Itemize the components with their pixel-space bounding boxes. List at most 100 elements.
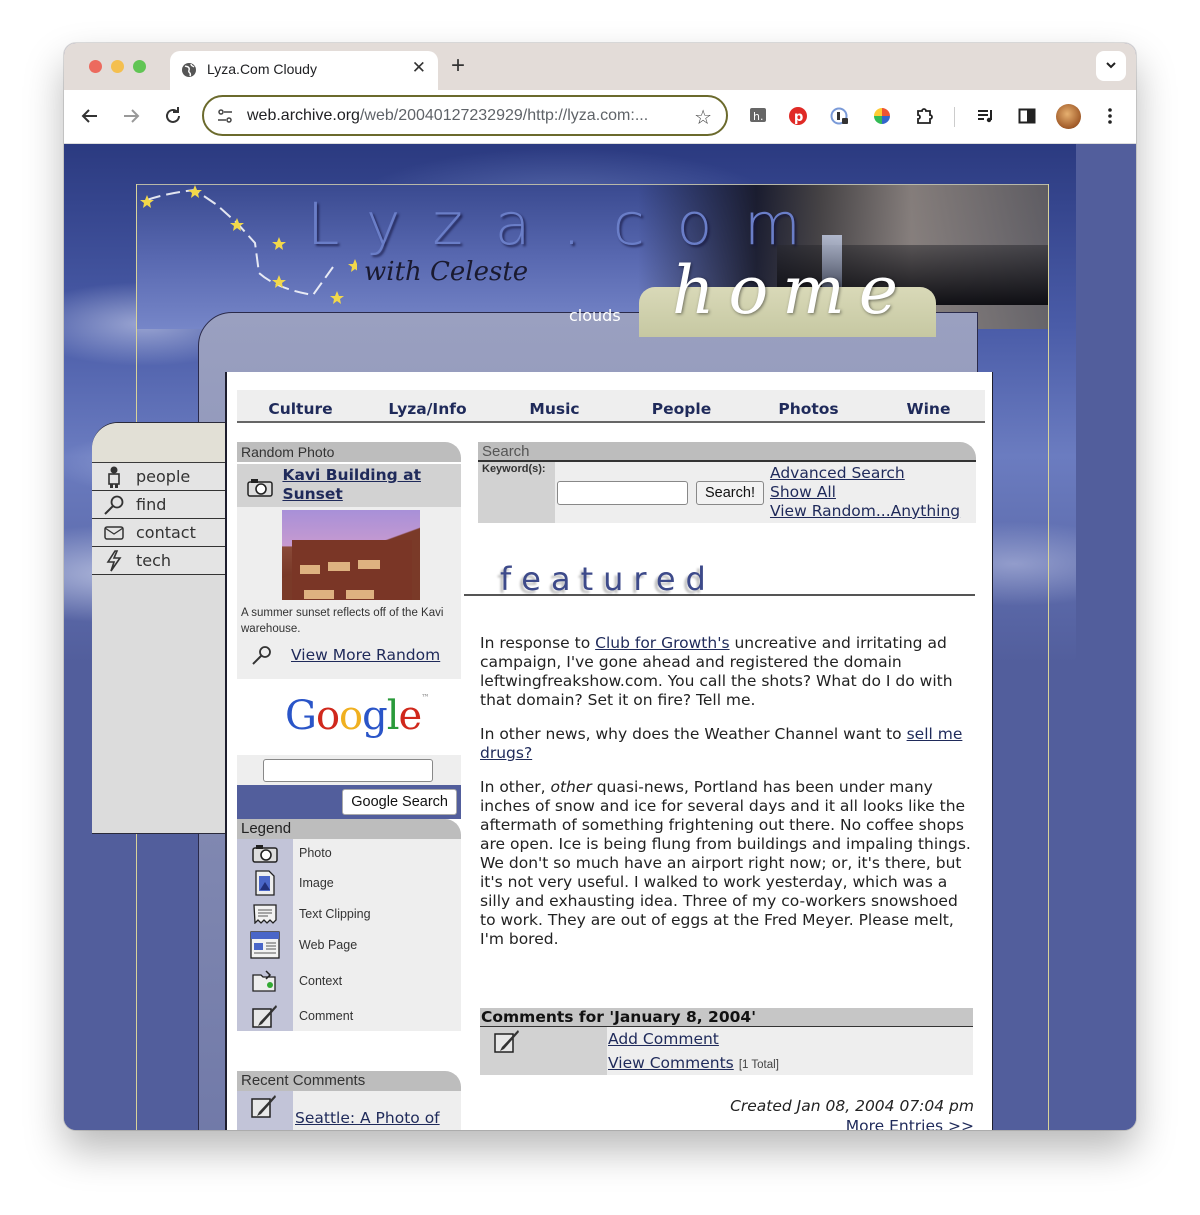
legend-label: Photo bbox=[293, 839, 461, 867]
random-photo-heading: Random Photo bbox=[237, 442, 461, 462]
web-page: Lyza.com with Celeste clouds home people bbox=[64, 144, 1136, 1130]
more-entries-link[interactable]: More Entries >> bbox=[846, 1117, 974, 1130]
entry-footer: Created Jan 08, 2004 07:04 pm More Entri… bbox=[730, 1096, 974, 1130]
camera-icon bbox=[237, 466, 282, 507]
side-nav-contact[interactable]: contact bbox=[92, 519, 225, 547]
honey-icon[interactable]: h. bbox=[748, 106, 768, 126]
side-nav-people[interactable]: people bbox=[92, 463, 225, 491]
web-page-icon bbox=[237, 929, 293, 961]
side-nav-find[interactable]: find bbox=[92, 491, 225, 519]
envelope-icon bbox=[92, 525, 136, 540]
google-logo-block: Google™ bbox=[237, 685, 461, 755]
view-random-anything-link[interactable]: View Random...Anything bbox=[770, 502, 960, 521]
recent-comments-heading: Recent Comments bbox=[237, 1071, 461, 1091]
url-path: /web/20040127232929/http://lyza.com:... bbox=[359, 107, 649, 124]
media-control-icon[interactable] bbox=[976, 106, 996, 126]
address-bar[interactable]: web.archive.org/web/20040127232929/http:… bbox=[202, 95, 728, 136]
tab-search-button[interactable] bbox=[1096, 51, 1126, 81]
nav-people[interactable]: People bbox=[618, 400, 745, 420]
random-photo-link[interactable]: Kavi Building at Sunset bbox=[282, 466, 461, 507]
show-all-link[interactable]: Show All bbox=[770, 483, 960, 502]
view-more-row: View More Random bbox=[241, 645, 457, 665]
zoom-window-button[interactable] bbox=[133, 60, 146, 73]
recent-comment-link[interactable]: Seattle: A Photo of Lyza! bbox=[295, 1109, 461, 1130]
kavi-building-photo[interactable] bbox=[282, 510, 420, 600]
nav-culture[interactable]: Culture bbox=[237, 400, 364, 420]
nav-photos[interactable]: Photos bbox=[745, 400, 872, 420]
comments-total: [1 Total] bbox=[738, 1059, 779, 1071]
side-nav-tech[interactable]: tech bbox=[92, 547, 225, 575]
google-logo[interactable]: Google™ bbox=[285, 693, 429, 739]
comment-pencil-icon bbox=[251, 1095, 276, 1118]
search-links: Advanced Search Show All View Random...A… bbox=[770, 462, 960, 523]
google-search-button[interactable]: Google Search bbox=[342, 789, 457, 815]
lightning-icon bbox=[92, 549, 136, 572]
new-tab-button[interactable]: + bbox=[451, 52, 465, 80]
recent-comment-main: Seattle: A Photo of Lyza! Type: Photo Us… bbox=[293, 1091, 461, 1130]
side-panel-icon[interactable] bbox=[1017, 106, 1037, 126]
magnifier-icon bbox=[252, 646, 271, 665]
legend-list: Photo Image Text Clipping Web Page Conte… bbox=[237, 839, 461, 1031]
left-column: Random Photo Kavi Building at Sunset A s… bbox=[237, 442, 461, 1130]
side-nav-header bbox=[92, 423, 225, 463]
back-arrow-icon[interactable] bbox=[78, 104, 102, 128]
search-button[interactable]: Search! bbox=[696, 481, 764, 505]
browser-tab-active[interactable]: Lyza.Com Cloudy ✕ bbox=[170, 51, 438, 90]
keyword-input[interactable] bbox=[557, 481, 688, 505]
svg-text:p: p bbox=[794, 110, 803, 125]
legend-item: Text Clipping bbox=[237, 899, 461, 929]
forward-arrow-icon[interactable] bbox=[119, 104, 143, 128]
image-file-icon bbox=[237, 867, 293, 899]
site-banner: Lyza.com with Celeste bbox=[137, 184, 1048, 329]
random-photo-caption: A summer sunset reflects off of the Kavi… bbox=[241, 607, 444, 635]
club-for-growth-link[interactable]: Club for Growth's bbox=[595, 634, 729, 652]
reload-icon[interactable] bbox=[161, 104, 185, 128]
bookmark-star-icon[interactable]: ☆ bbox=[694, 105, 712, 129]
password-manager-icon[interactable] bbox=[830, 106, 850, 126]
featured-heading: featured bbox=[464, 560, 975, 598]
svg-text:h.: h. bbox=[753, 110, 763, 123]
text: In response to bbox=[480, 634, 596, 652]
legend-item: Context bbox=[237, 961, 461, 1001]
color-picker-icon[interactable] bbox=[872, 106, 892, 126]
trademark: ™ bbox=[421, 693, 429, 702]
extensions-puzzle-icon[interactable] bbox=[914, 106, 934, 126]
add-comment-link[interactable]: Add Comment bbox=[608, 1027, 973, 1051]
nav-music[interactable]: Music bbox=[491, 400, 618, 420]
comments-box: Comments for 'January 8, 2004' Add Comme… bbox=[480, 1008, 973, 1075]
site-logo[interactable]: Lyza.com bbox=[307, 190, 833, 258]
search-form: Keyword(s): Search! Advanced Search Show… bbox=[478, 462, 976, 523]
toolbar-divider bbox=[954, 107, 955, 127]
created-timestamp: Created Jan 08, 2004 07:04 pm bbox=[730, 1097, 974, 1115]
google-search-input[interactable] bbox=[263, 759, 433, 782]
nav-lyza-info[interactable]: Lyza/Info bbox=[364, 400, 491, 420]
legend-heading: Legend bbox=[237, 819, 461, 839]
site-tagline: with Celeste bbox=[364, 257, 529, 287]
legend-item: Photo bbox=[237, 839, 461, 867]
magnifier-icon bbox=[92, 495, 136, 515]
minimize-window-button[interactable] bbox=[111, 60, 124, 73]
side-nav-label: contact bbox=[136, 523, 196, 542]
site-settings-icon[interactable] bbox=[216, 107, 234, 125]
profile-avatar[interactable] bbox=[1056, 104, 1081, 129]
close-tab-icon[interactable]: ✕ bbox=[412, 58, 426, 78]
nav-wine[interactable]: Wine bbox=[872, 400, 985, 420]
view-more-random-link[interactable]: View More Random bbox=[291, 646, 440, 664]
close-window-button[interactable] bbox=[89, 60, 102, 73]
camera-icon bbox=[237, 839, 293, 867]
legend-item: Image bbox=[237, 867, 461, 899]
emphasis: other bbox=[550, 778, 592, 796]
advanced-search-link[interactable]: Advanced Search bbox=[770, 464, 960, 483]
browser-toolbar: web.archive.org/web/20040127232929/http:… bbox=[64, 90, 1136, 144]
comments-heading: Comments for 'January 8, 2004' bbox=[480, 1008, 973, 1027]
right-column: Search Keyword(s): Search! Advanced Sear… bbox=[464, 442, 976, 1130]
view-comments-link[interactable]: View Comments bbox=[608, 1054, 734, 1072]
main-content: Culture Lyza/Info Music People Photos Wi… bbox=[225, 372, 993, 1130]
featured-heading-text: featured bbox=[500, 560, 716, 598]
search-heading: Search bbox=[478, 442, 976, 462]
google-search-row bbox=[237, 755, 461, 785]
url-text: web.archive.org/web/20040127232929/http:… bbox=[247, 107, 648, 125]
pinterest-icon[interactable]: p bbox=[788, 106, 808, 126]
random-photo-body: A summer sunset reflects off of the Kavi… bbox=[237, 507, 461, 679]
more-menu-icon[interactable] bbox=[1100, 106, 1120, 126]
